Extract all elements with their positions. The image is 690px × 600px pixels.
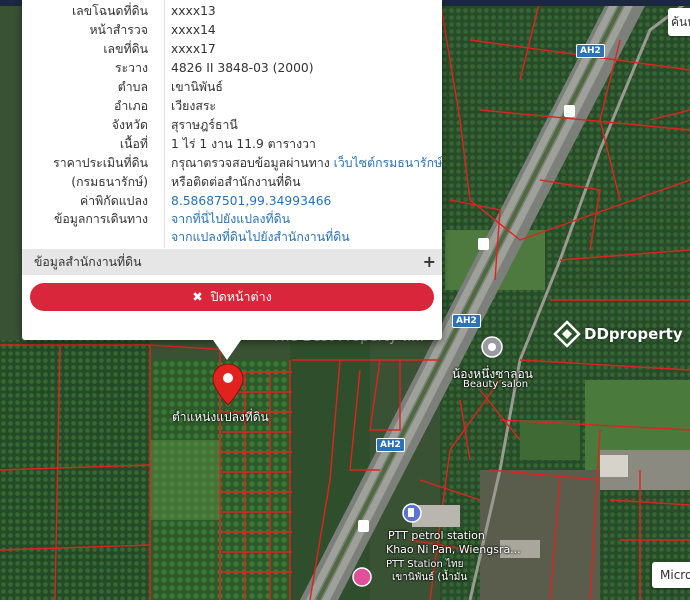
- row-label: เลขที่ดิน: [103, 42, 148, 56]
- row-label: (กรมธนารักษ์): [71, 175, 148, 189]
- row-deed-number: เลขโฉนดที่ดิน xxxx13: [22, 2, 442, 21]
- road-shield-ah2: AH2: [452, 314, 481, 328]
- map-search-input[interactable]: ค้นห: [668, 8, 690, 36]
- close-window-label: ปิดหน้าต่าง: [210, 289, 272, 304]
- row-land-number: เลขที่ดิน xxxx17: [22, 40, 442, 59]
- appraisal-text: กรุณาตรวจสอบข้อมูลผ่านทาง: [171, 156, 330, 170]
- row-label: เนื้อที่: [119, 137, 148, 151]
- close-icon: ✖: [192, 289, 203, 304]
- poi-salon-subtitle: Beauty salon: [463, 379, 529, 390]
- poi-station-line4: เขานิพันธ์ (น้ำมัน: [392, 572, 468, 583]
- row-label: ข้อมูลการเดินทาง: [54, 212, 148, 226]
- close-window-button[interactable]: ✖ ปิดหน้าต่าง: [30, 283, 434, 311]
- row-value: 1 ไร่ 1 งาน 11.9 ตารางวา: [171, 137, 316, 151]
- row-value: สุราษฎร์ธานี: [171, 118, 238, 132]
- directions-to-office-link[interactable]: จากแปลงที่ดินไปยังสำนักงานที่ดิน: [171, 228, 350, 247]
- ddproperty-watermark-text: DDproperty: [584, 325, 683, 343]
- coordinates-link[interactable]: 8.58687501,99.34993466: [171, 192, 331, 211]
- row-label: ตำบล: [117, 80, 148, 94]
- poi-station-line1: PTT petrol station: [388, 529, 485, 542]
- row-label: ระวาง: [114, 61, 148, 75]
- parcel-info-popup: เลขโฉนดที่ดิน xxxx13 หน้าสำรวจ xxxx14 เล…: [22, 0, 442, 360]
- row-value: กรุณาตรวจสอบข้อมูลผ่านทาง เว็บไซต์กรมธนา…: [171, 154, 442, 173]
- expand-plus-icon[interactable]: +: [423, 249, 436, 275]
- row-label: เลขโฉนดที่ดิน: [71, 4, 148, 18]
- row-value: xxxx14: [171, 23, 216, 37]
- atm-marker-icon: [352, 567, 372, 587]
- row-subdistrict: ตำบล เขานิพันธ์: [22, 78, 442, 97]
- row-value: xxxx13: [171, 4, 216, 18]
- row-district: อำเภอ เวียงสระ: [22, 97, 442, 116]
- row-label: ค่าพิกัดแปลง: [80, 194, 148, 208]
- row-value: 4826 II 3848-03 (2000): [171, 61, 314, 75]
- poi-station-line2: Khao Ni Pan, Wiengsra...: [386, 543, 521, 556]
- row-value: หรือติดต่อสำนักงานที่ดิน: [171, 175, 301, 189]
- row-label: ราคาประเมินที่ดิน: [53, 156, 148, 170]
- road-shield-ah2: AH2: [376, 438, 405, 452]
- row-coordinates: ค่าพิกัดแปลง 8.58687501,99.34993466: [22, 192, 442, 211]
- land-office-section-toggle[interactable]: ข้อมูลสำนักงานที่ดิน +: [22, 249, 442, 275]
- road-shield-ah2: AH2: [576, 44, 605, 58]
- salon-marker-icon: [481, 336, 503, 358]
- row-value: เขานิพันธ์: [171, 80, 223, 94]
- row-treasury: (กรมธนารักษ์) หรือติดต่อสำนักงานที่ดิน: [22, 173, 442, 192]
- row-label: หน้าสำรวจ: [89, 23, 148, 37]
- row-label: อำเภอ: [114, 99, 148, 113]
- row-province: จังหวัด สุราษฎร์ธานี: [22, 116, 442, 135]
- parcel-location-label: ตำแหน่งแปลงที่ดิน: [172, 410, 269, 424]
- treasury-website-link[interactable]: เว็บไซต์กรมธนารักษ์: [334, 156, 443, 170]
- land-office-section-label: ข้อมูลสำนักงานที่ดิน: [34, 255, 142, 269]
- map-microsoft-button[interactable]: Micro: [652, 562, 690, 588]
- row-directions: ข้อมูลการเดินทาง จากที่นี่ไปยังแปลงที่ดิ…: [22, 210, 442, 229]
- row-map-sheet: ระวาง 4826 II 3848-03 (2000): [22, 59, 442, 78]
- row-appraisal: ราคาประเมินที่ดิน กรุณาตรวจสอบข้อมูลผ่าน…: [22, 154, 442, 173]
- petrol-station-marker-icon: [402, 503, 422, 523]
- row-value: เวียงสระ: [171, 99, 217, 113]
- row-value: xxxx17: [171, 42, 216, 56]
- row-label: จังหวัด: [111, 118, 148, 132]
- ddproperty-logo-icon: [553, 320, 581, 348]
- row-survey-page: หน้าสำรวจ xxxx14: [22, 21, 442, 40]
- row-directions-office: จากแปลงที่ดินไปยังสำนักงานที่ดิน: [22, 228, 442, 247]
- directions-to-parcel-link[interactable]: จากที่นี่ไปยังแปลงที่ดิน: [171, 210, 290, 229]
- row-area: เนื้อที่ 1 ไร่ 1 งาน 11.9 ตารางวา: [22, 135, 442, 154]
